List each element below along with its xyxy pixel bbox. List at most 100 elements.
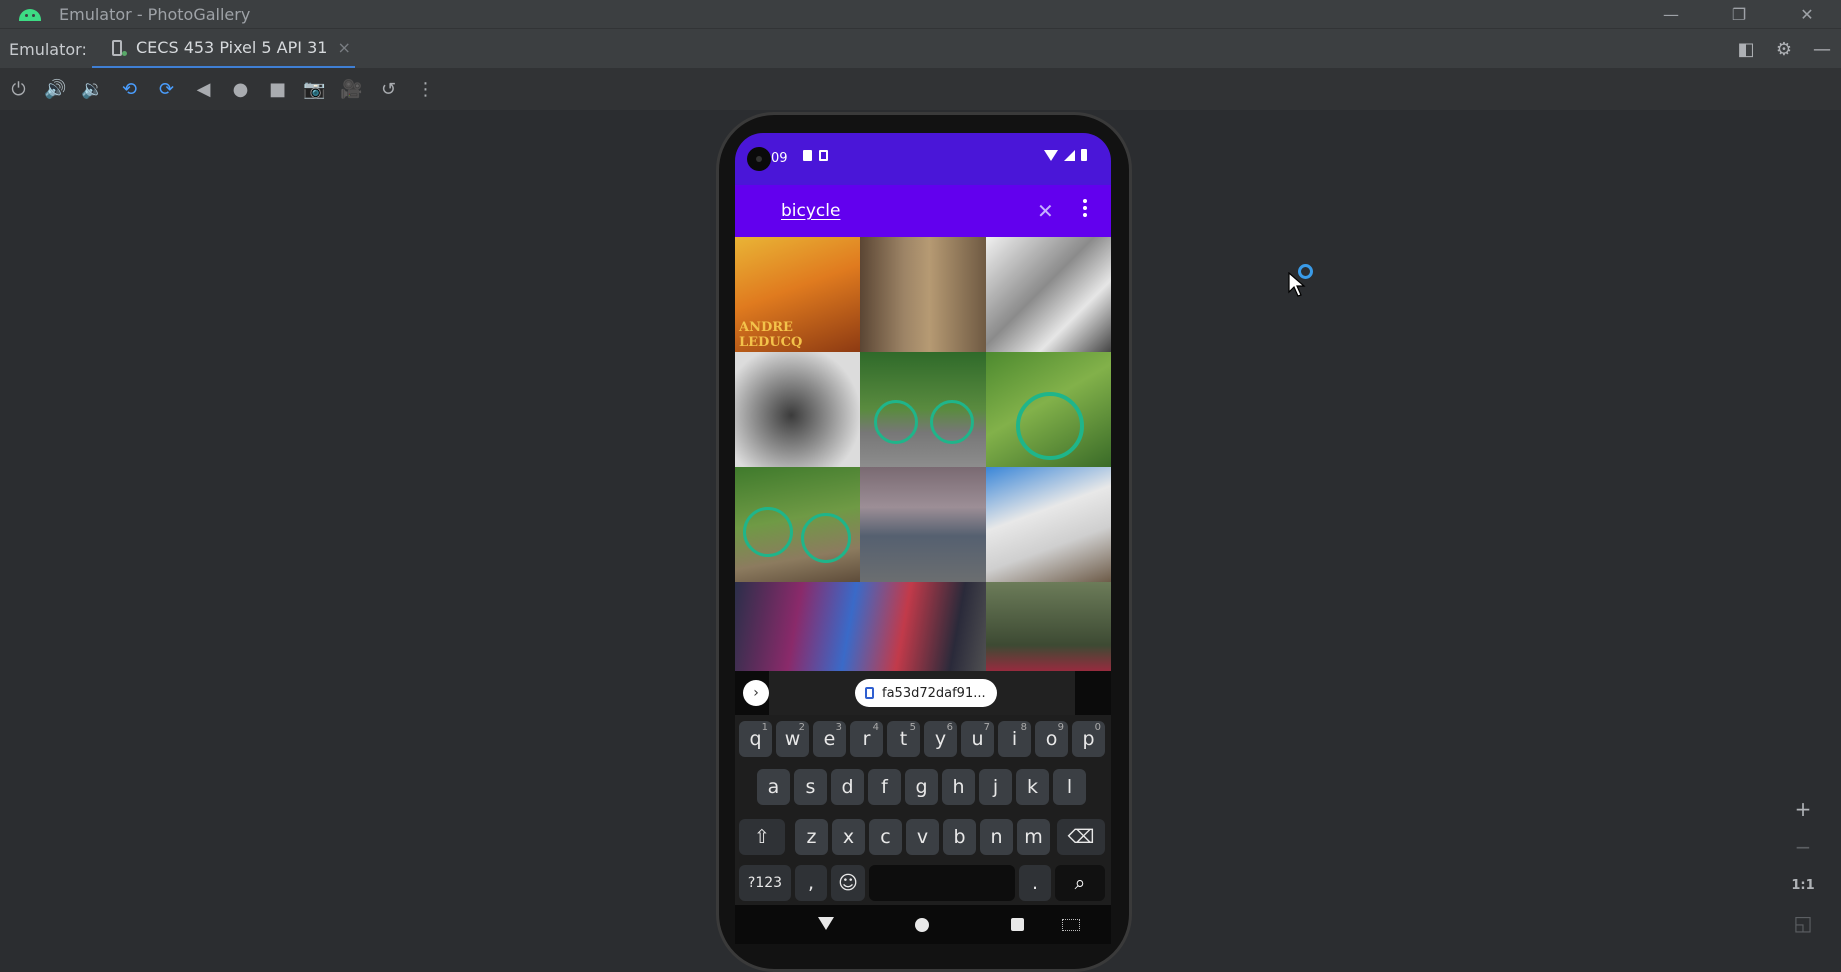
key-a[interactable]: a [757, 769, 790, 805]
home-icon[interactable]: ● [222, 68, 259, 110]
close-window-button[interactable]: ✕ [1773, 0, 1841, 28]
shift-key[interactable]: ⇧ [739, 819, 785, 855]
status-time: 09 [771, 151, 788, 166]
snapshot-icon[interactable]: ↺ [370, 68, 407, 110]
volume-down-icon[interactable]: 🔉 [74, 68, 111, 110]
rotate-left-icon[interactable]: ⟲ [111, 68, 148, 110]
zoom-in-button[interactable]: + [1783, 790, 1823, 828]
symbols-key[interactable]: ?123 [739, 865, 791, 901]
photo-thumbnail[interactable] [986, 467, 1111, 582]
key-h[interactable]: h [942, 769, 975, 805]
key-o[interactable]: o9 [1035, 721, 1068, 757]
clipboard-chip[interactable]: fa53d72daf91... [855, 679, 997, 707]
key-g[interactable]: g [905, 769, 938, 805]
emoji-key[interactable]: ☺ [831, 865, 865, 901]
minimize-panel-icon[interactable]: — [1803, 39, 1841, 60]
nav-recents-icon[interactable] [1011, 918, 1024, 931]
photo-thumbnail[interactable] [986, 237, 1111, 352]
back-icon[interactable]: ◀ [185, 68, 222, 110]
zoom-actual-size-button[interactable]: 1:1 [1783, 866, 1823, 904]
soft-keyboard: q1w2e3r4t5y6u7i8o9p0 asdfghjkl ⇧ zxcvbnm… [735, 715, 1111, 905]
photo-thumbnail[interactable] [860, 352, 986, 467]
signal-icon [1064, 149, 1075, 161]
key-y[interactable]: y6 [924, 721, 957, 757]
window-titlebar: Emulator - PhotoGallery — ❐ ✕ [0, 0, 1841, 28]
key-hint: 3 [835, 722, 842, 733]
system-nav-bar [735, 905, 1111, 944]
overflow-menu-icon[interactable] [1083, 199, 1087, 220]
key-z[interactable]: z [795, 819, 828, 855]
nav-back-icon[interactable] [818, 917, 834, 930]
tab-close-button[interactable]: × [337, 38, 350, 57]
key-w[interactable]: w2 [776, 721, 809, 757]
key-hint: 4 [872, 722, 879, 733]
keyboard-suggestion-strip: › fa53d72daf91... [735, 671, 1111, 715]
key-hint: 0 [1094, 722, 1101, 733]
key-f[interactable]: f [868, 769, 901, 805]
key-n[interactable]: n [980, 819, 1013, 855]
key-b[interactable]: b [943, 819, 976, 855]
photo-thumbnail[interactable] [860, 467, 986, 582]
more-icon[interactable]: ⋮ [407, 68, 444, 110]
key-c[interactable]: c [869, 819, 902, 855]
key-label: y [934, 728, 947, 750]
zoom-out-button[interactable]: − [1783, 828, 1823, 866]
minimize-window-button[interactable]: — [1637, 0, 1705, 28]
key-t[interactable]: t5 [887, 721, 920, 757]
screenshot-icon[interactable]: 📷 [296, 68, 333, 110]
emulator-tabbar: Emulator: CECS 453 Pixel 5 API 31 × ◧ ⚙ … [0, 28, 1841, 69]
key-label: i [1011, 728, 1018, 750]
clipboard-icon [865, 687, 874, 699]
keyboard-expand-button[interactable]: › [743, 680, 769, 706]
comma-key[interactable]: , [795, 865, 827, 901]
photo-thumbnail[interactable] [986, 352, 1111, 467]
power-icon[interactable]: ⏻ [0, 68, 37, 110]
key-j[interactable]: j [979, 769, 1012, 805]
key-hint: 8 [1020, 722, 1027, 733]
key-x[interactable]: x [832, 819, 865, 855]
search-key[interactable]: ⌕ [1055, 865, 1105, 901]
key-d[interactable]: d [831, 769, 864, 805]
search-input[interactable]: bicycle [781, 201, 840, 221]
layout-icon[interactable]: ◧ [1727, 39, 1765, 60]
key-v[interactable]: v [906, 819, 939, 855]
key-label: q [749, 728, 762, 750]
storage-icon [819, 150, 828, 161]
space-key[interactable] [869, 865, 1015, 901]
clipboard-chip-text: fa53d72daf91... [882, 685, 986, 701]
restore-window-button[interactable]: ❐ [1705, 0, 1773, 28]
key-i[interactable]: i8 [998, 721, 1031, 757]
tab-device[interactable]: CECS 453 Pixel 5 API 31 × [92, 29, 355, 69]
status-bar: 09 [735, 133, 1111, 185]
photo-thumbnail[interactable] [735, 467, 860, 582]
volume-up-icon[interactable]: 🔊 [37, 68, 74, 110]
key-m[interactable]: m [1017, 819, 1050, 855]
backspace-key[interactable]: ⌫ [1057, 819, 1105, 855]
photo-thumbnail[interactable]: ANDRE LEDUCQ [735, 237, 860, 352]
nav-home-icon[interactable] [915, 918, 929, 932]
key-q[interactable]: q1 [739, 721, 772, 757]
key-u[interactable]: u7 [961, 721, 994, 757]
key-label: u [971, 728, 984, 750]
record-icon[interactable]: 🎥 [333, 68, 370, 110]
android-logo-icon [17, 7, 43, 21]
key-r[interactable]: r4 [850, 721, 883, 757]
photo-logo-text: ANDRE LEDUCQ [739, 320, 803, 350]
overview-icon[interactable]: ■ [259, 68, 296, 110]
key-hint: 5 [909, 722, 916, 733]
zoom-fit-button[interactable]: ◱ [1783, 904, 1823, 942]
key-l[interactable]: l [1053, 769, 1086, 805]
period-key[interactable]: . [1019, 865, 1051, 901]
key-s[interactable]: s [794, 769, 827, 805]
rotate-right-icon[interactable]: ⟳ [148, 68, 185, 110]
key-k[interactable]: k [1016, 769, 1049, 805]
photo-thumbnail[interactable] [860, 237, 986, 352]
gear-icon[interactable]: ⚙ [1765, 39, 1803, 60]
app-bar: bicycle ✕ [735, 185, 1111, 237]
key-e[interactable]: e3 [813, 721, 846, 757]
photo-thumbnail[interactable] [735, 352, 860, 467]
keyboard-switch-icon[interactable] [1062, 919, 1080, 931]
key-p[interactable]: p0 [1072, 721, 1105, 757]
search-clear-button[interactable]: ✕ [1037, 199, 1054, 223]
keyboard-row-3: ⇧ zxcvbnm ⌫ [735, 819, 1111, 857]
